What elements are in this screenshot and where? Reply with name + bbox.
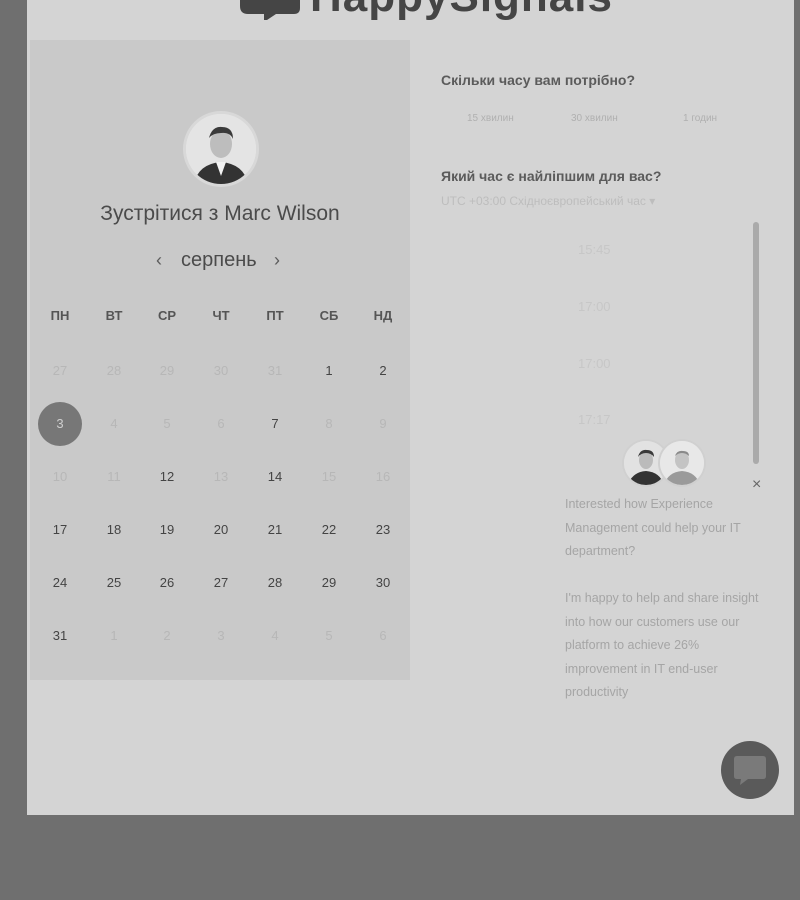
calendar-day: 5	[325, 628, 333, 643]
chat-message: I'm happy to help and share insight into…	[565, 591, 759, 699]
time-slot[interactable]: 17:00	[578, 356, 611, 371]
calendar-day: 6	[217, 416, 225, 431]
weekday-label: ПН	[50, 308, 70, 323]
calendar-day[interactable]: 30	[361, 561, 405, 605]
duration-question: Скільки часу вам потрібно?	[441, 72, 636, 88]
timezone-label: UTC +03:00 Східноєвропейський час	[441, 194, 646, 208]
calendar-day[interactable]: 28	[253, 561, 297, 605]
duration-option-15[interactable]: 15 хвилин	[467, 113, 514, 124]
person-icon	[186, 114, 256, 184]
month-label: серпень	[181, 249, 257, 271]
calendar-day[interactable]: 7	[253, 402, 297, 446]
calendar-day: 8	[325, 416, 333, 431]
weekday-label: ЧТ	[212, 308, 230, 323]
calendar-day: 11	[107, 469, 121, 484]
weekday-label: ПТ	[266, 308, 284, 323]
calendar-day[interactable]: 17	[38, 508, 82, 552]
calendar-day: 4	[110, 416, 118, 431]
chevron-left-icon[interactable]: ‹	[156, 250, 162, 271]
calendar-day[interactable]: 23	[361, 508, 405, 552]
calendar-day: 30	[213, 363, 229, 378]
calendar-day: 27	[52, 363, 68, 378]
calendar-day: 15	[321, 469, 337, 484]
selected-date[interactable]: 3	[38, 402, 82, 446]
meeting-title: Зустрітися з Marc Wilson	[100, 202, 340, 225]
calendar-day: 6	[379, 628, 387, 643]
calendar-day[interactable]: 31	[38, 614, 82, 658]
time-slot[interactable]: 15:45	[578, 242, 611, 257]
calendar-day[interactable]: 1	[307, 349, 351, 393]
calendar-day[interactable]: 2	[361, 349, 405, 393]
duration-option-60[interactable]: 1 годин	[683, 113, 717, 124]
speech-bubble-logo-icon	[240, 0, 300, 20]
chat-message: Interested how Experience Management cou…	[565, 497, 741, 558]
chevron-down-icon: ▾	[649, 194, 656, 208]
weekday-label: ВТ	[105, 308, 123, 323]
time-list-scrollbar[interactable]	[753, 222, 759, 464]
calendar-day[interactable]: 22	[307, 508, 351, 552]
calendar-day[interactable]: 21	[253, 508, 297, 552]
host-avatar	[186, 114, 256, 184]
weekday-label: СР	[157, 308, 177, 323]
weekday-label: НД	[373, 308, 393, 323]
time-question: Який час є найліпшим для вас?	[441, 168, 662, 184]
chat-launcher-button[interactable]	[721, 741, 779, 799]
calendar-day: 1	[110, 628, 118, 643]
calendar-day[interactable]: 24	[38, 561, 82, 605]
timezone-select[interactable]: UTC +03:00 Східноєвропейський час ▾	[441, 194, 655, 208]
calendar-day: 16	[375, 469, 391, 484]
calendar-day[interactable]: 25	[92, 561, 136, 605]
chat-bubble-icon	[734, 756, 766, 785]
brand-wordmark: HappySignals	[310, 0, 613, 22]
close-icon[interactable]: ×	[752, 476, 761, 494]
calendar-day[interactable]: 26	[145, 561, 189, 605]
person-icon	[660, 441, 704, 485]
time-slot[interactable]: 17:00	[578, 299, 611, 314]
chat-agent-avatar	[660, 441, 704, 485]
time-slot[interactable]: 17:17	[578, 412, 611, 427]
weekday-label: СБ	[319, 308, 339, 323]
calendar-day[interactable]: 20	[199, 508, 243, 552]
calendar-day[interactable]: 14	[253, 455, 297, 499]
calendar-day: 4	[271, 628, 279, 643]
calendar-day: 10	[52, 469, 68, 484]
calendar-day[interactable]: 27	[199, 561, 243, 605]
calendar-day[interactable]: 19	[145, 508, 189, 552]
calendar-day: 5	[163, 416, 171, 431]
calendar-day: 13	[213, 469, 229, 484]
calendar-day: 9	[379, 416, 387, 431]
calendar-day[interactable]: 29	[307, 561, 351, 605]
duration-option-30[interactable]: 30 хвилин	[571, 113, 618, 124]
chevron-right-icon[interactable]: ›	[274, 250, 280, 271]
calendar-day[interactable]: 12	[145, 455, 189, 499]
calendar-day: 2	[163, 628, 171, 643]
calendar-day: 31	[267, 363, 283, 378]
calendar-day: 3	[217, 628, 225, 643]
calendar-day: 29	[159, 363, 175, 378]
calendar-day[interactable]: 18	[92, 508, 136, 552]
calendar-day: 28	[106, 363, 122, 378]
happysignals-logo: HappySignals	[234, 0, 612, 24]
month-navigator: ‹ серпень ›	[150, 248, 292, 276]
